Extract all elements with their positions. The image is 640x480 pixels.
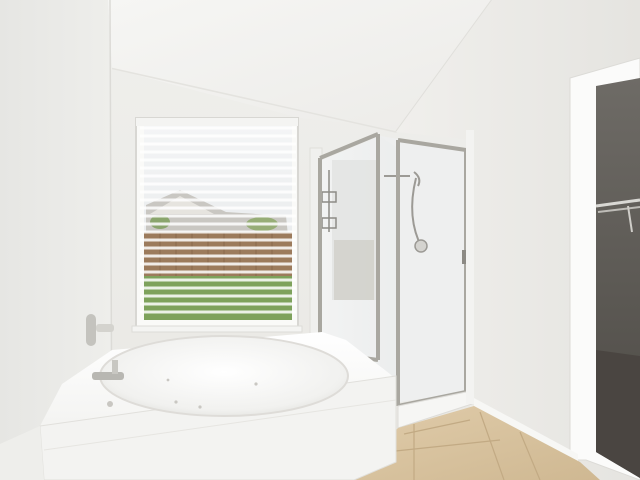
window bbox=[131, 117, 303, 333]
tub-basin bbox=[99, 335, 349, 417]
bathroom-illustration bbox=[0, 0, 640, 480]
closet-doorway bbox=[569, 57, 640, 480]
shower-valve-icon bbox=[414, 239, 428, 253]
bathroom-photo bbox=[0, 0, 640, 480]
